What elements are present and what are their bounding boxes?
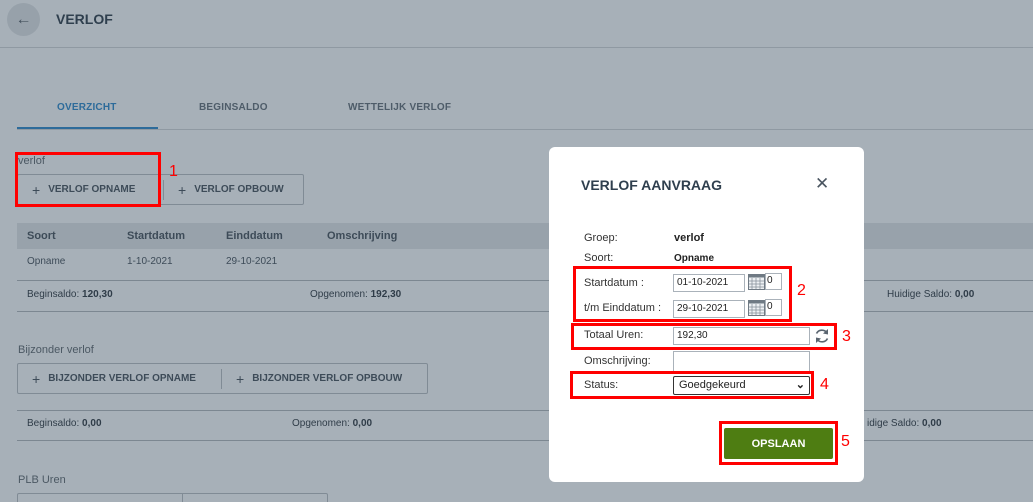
divider	[17, 410, 1033, 411]
divider	[17, 280, 1033, 281]
background-page: ← VERLOF OVERZICHT BEGINSALDO WETTELIJK …	[0, 0, 1033, 502]
opgenomen-value: 0,00	[352, 418, 373, 429]
tab-bar: OVERZICHT BEGINSALDO WETTELIJK VERLOF	[17, 96, 1033, 130]
annotation-number-1: 1	[169, 163, 178, 180]
section-label-plb-uren: PLB Uren	[18, 474, 66, 486]
huidige-saldo-label: idige Saldo:	[867, 418, 920, 429]
annotation-number-5: 5	[841, 433, 850, 450]
soort-value: Opname	[674, 253, 715, 264]
groep-value: verlof	[674, 232, 704, 244]
beginsaldo-label: Beginsaldo:	[27, 289, 80, 300]
back-button[interactable]: ←	[7, 3, 40, 36]
bijzonder-beginsaldo: Beginsaldo: 0,00	[27, 418, 102, 429]
bijzonder-opgenomen: Opgenomen: 0,00	[292, 418, 372, 429]
divider	[17, 311, 1033, 312]
dialog-title: VERLOF AANVRAAG	[581, 177, 723, 193]
column-header-soort: Soort	[27, 230, 56, 242]
annotation-box-5	[719, 421, 838, 465]
verlof-opbouw-label: VERLOF OPBOUW	[194, 184, 284, 195]
table-cell-soort: Opname	[27, 256, 66, 267]
tab-overzicht[interactable]: OVERZICHT	[57, 102, 117, 113]
page-title: VERLOF	[56, 11, 113, 27]
annotation-number-3: 3	[842, 328, 851, 345]
bijzonder-verlof-opbouw-button[interactable]: + BIJZONDER VERLOF OPBOUW	[222, 364, 416, 393]
tab-beginsaldo[interactable]: BEGINSALDO	[199, 102, 268, 113]
bijzonder-huidige-saldo: idige Saldo: 0,00	[867, 418, 942, 429]
column-header-einddatum: Einddatum	[226, 230, 283, 242]
table-cell-startdatum: 1-10-2021	[127, 256, 173, 267]
annotation-box-2	[573, 266, 792, 322]
huidige-saldo-label: Huidige Saldo:	[887, 289, 953, 300]
annotation-box-4	[570, 371, 814, 399]
verlof-table-header: Soort Startdatum Einddatum Omschrijving	[17, 223, 1033, 249]
bijzonder-button-group: + BIJZONDER VERLOF OPNAME + BIJZONDER VE…	[17, 363, 428, 394]
verlof-opgenomen: Opgenomen: 192,30	[310, 289, 401, 300]
page-header: ← VERLOF	[0, 0, 1033, 48]
omschrijving-label: Omschrijving:	[584, 355, 651, 367]
tab-wettelijk-verlof[interactable]: WETTELIJK VERLOF	[348, 102, 451, 113]
beginsaldo-value: 120,30	[82, 289, 113, 300]
huidige-saldo-value: 0,00	[954, 289, 975, 300]
verlof-opbouw-button[interactable]: + VERLOF OPBOUW	[164, 175, 298, 204]
annotation-box-1	[15, 152, 161, 207]
active-tab-indicator	[17, 127, 158, 129]
plus-icon: +	[236, 370, 245, 387]
omschrijving-input[interactable]	[673, 351, 810, 371]
beginsaldo-value: 0,00	[82, 418, 102, 429]
bijzonder-opname-label: BIJZONDER VERLOF OPNAME	[48, 373, 196, 384]
groep-label: Groep:	[584, 232, 618, 244]
opgenomen-label: Opgenomen:	[292, 418, 350, 429]
table-cell-einddatum: 29-10-2021	[226, 256, 278, 267]
divider	[17, 440, 1033, 441]
beginsaldo-label: Beginsaldo:	[27, 418, 80, 429]
opgenomen-label: Opgenomen:	[310, 289, 368, 300]
plb-button-group[interactable]	[17, 493, 328, 502]
annotation-box-3	[571, 323, 837, 350]
section-label-bijzonder-verlof: Bijzonder verlof	[18, 344, 94, 356]
verlof-beginsaldo: Beginsaldo: 120,30	[27, 289, 113, 300]
arrow-left-icon: ←	[15, 10, 32, 28]
annotation-number-2: 2	[797, 282, 806, 299]
column-header-omschrijving: Omschrijving	[327, 230, 398, 242]
plus-icon: +	[32, 370, 41, 387]
plus-icon: +	[178, 181, 187, 198]
opgenomen-value: 192,30	[370, 289, 402, 300]
bijzonder-verlof-opname-button[interactable]: + BIJZONDER VERLOF OPNAME	[18, 364, 221, 393]
column-header-startdatum: Startdatum	[127, 230, 186, 242]
huidige-saldo-value: 0,00	[922, 418, 942, 429]
close-icon[interactable]: ✕	[815, 174, 829, 194]
bijzonder-opbouw-label: BIJZONDER VERLOF OPBOUW	[252, 373, 403, 384]
annotation-number-4: 4	[820, 376, 829, 393]
soort-label: Soort:	[584, 252, 614, 264]
divider	[182, 494, 183, 502]
verlof-huidige-saldo: Huidige Saldo: 0,00	[887, 289, 974, 300]
